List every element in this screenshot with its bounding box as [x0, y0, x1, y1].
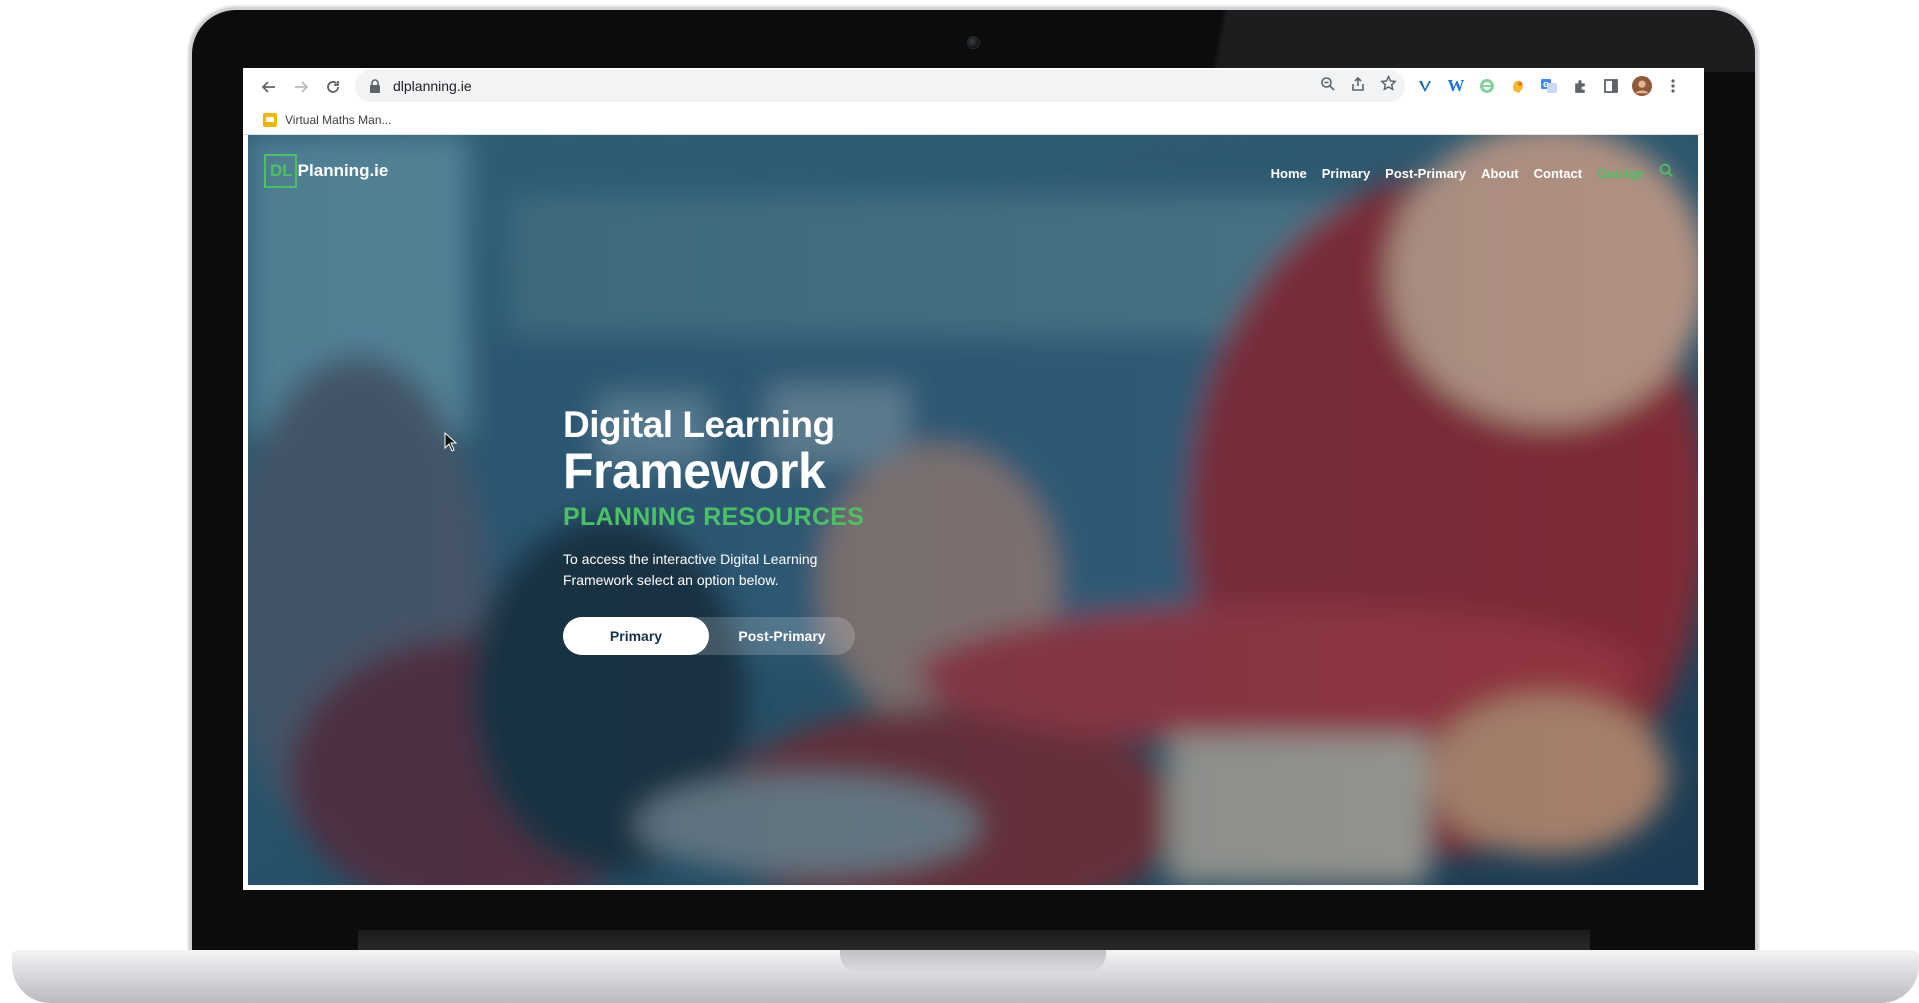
hero-title-line2: Framework: [563, 443, 826, 499]
bookmark-item[interactable]: Virtual Maths Man...: [263, 113, 392, 127]
site-nav: Home Primary Post-Primary About Contact …: [1271, 163, 1674, 183]
nav-primary[interactable]: Primary: [1322, 166, 1370, 181]
hero-content: Digital Learning Framework PLANNING RESO…: [563, 405, 983, 655]
page-viewport: DL Planning.ie Home Primary Post-Primary…: [248, 135, 1698, 885]
nav-post-primary[interactable]: Post-Primary: [1385, 166, 1466, 181]
webcam: [967, 36, 980, 49]
svg-text:G: G: [1543, 81, 1549, 89]
sidepanel-icon[interactable]: [1601, 76, 1621, 96]
zoom-icon[interactable]: [1320, 76, 1336, 97]
grammarly-ext-icon[interactable]: [1477, 76, 1497, 96]
back-icon[interactable]: [254, 72, 284, 102]
lid-reflection: [1175, 10, 1755, 72]
bookmarks-bar: Virtual Maths Man...: [243, 106, 1704, 135]
laptop-base-notch: [840, 950, 1106, 972]
menu-icon[interactable]: [1663, 76, 1683, 96]
bookmark-label[interactable]: Virtual Maths Man...: [285, 113, 392, 127]
hero-subtitle: PLANNING RESOURCES: [563, 503, 865, 531]
translate-ext-icon[interactable]: G: [1539, 76, 1559, 96]
mouse-cursor-icon: [444, 432, 458, 452]
nav-gaeilge[interactable]: Gaeilge: [1597, 166, 1644, 181]
profile-avatar[interactable]: [1632, 76, 1652, 96]
hero-title-line1: Digital Learning: [563, 404, 835, 445]
slides-icon: [263, 113, 277, 127]
hero-description: To access the interactive Digital Learni…: [563, 551, 818, 588]
post-primary-button[interactable]: Post-Primary: [709, 617, 855, 655]
extensions-bar: W G: [1415, 70, 1683, 102]
site-header: DL Planning.ie Home Primary Post-Primary…: [248, 135, 1698, 215]
url-text[interactable]: dlplanning.ie: [393, 78, 472, 94]
puzzle-icon[interactable]: [1570, 76, 1590, 96]
laptop-hinge: [358, 930, 1590, 952]
lock-icon: [369, 79, 383, 93]
address-bar[interactable]: dlplanning.ie: [355, 70, 1405, 102]
primary-button[interactable]: Primary: [563, 617, 709, 655]
hand-ext-icon[interactable]: [1508, 76, 1528, 96]
vimeo-ext-icon[interactable]: [1415, 76, 1435, 96]
star-icon[interactable]: [1380, 74, 1397, 97]
share-icon[interactable]: [1350, 76, 1366, 97]
logo-dl-mark: DL: [264, 154, 297, 188]
hero-button-group: Primary Post-Primary: [563, 617, 855, 655]
laptop-screen: dlplanning.ie W G Virtual Maths Man... D…: [243, 68, 1704, 890]
wikipedia-ext-icon[interactable]: W: [1446, 76, 1466, 96]
logo-wordmark: Planning.ie: [297, 161, 389, 180]
reload-icon[interactable]: [318, 72, 348, 102]
forward-icon[interactable]: [286, 72, 316, 102]
nav-about[interactable]: About: [1481, 166, 1519, 181]
search-icon[interactable]: [1659, 163, 1674, 183]
browser-toolbar: dlplanning.ie W G: [243, 68, 1704, 106]
nav-home[interactable]: Home: [1271, 166, 1307, 181]
site-logo[interactable]: DL Planning.ie: [264, 154, 389, 188]
nav-contact[interactable]: Contact: [1534, 166, 1582, 181]
